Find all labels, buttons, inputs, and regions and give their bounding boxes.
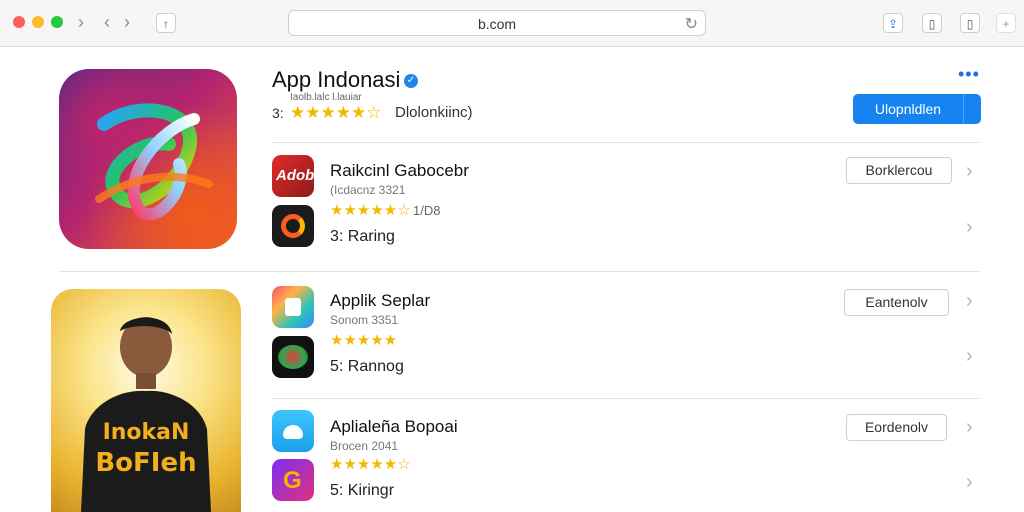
star-rating-icon: ★★★★★ [330, 332, 398, 349]
cloud-app-icon[interactable] [272, 410, 314, 452]
google-app-icon[interactable]: G [272, 459, 314, 501]
svg-text:BoFIeh: BoFIeh [95, 448, 196, 478]
featured-app-icon[interactable] [59, 69, 237, 249]
ranking-text: Dlolonkiinc) [395, 104, 473, 121]
star-rating-icon: ★★★★★☆ [330, 202, 411, 219]
rating-text: 5: Kiringr [330, 482, 395, 499]
new-tab-icon[interactable]: + [996, 13, 1016, 33]
star-rating-icon: ★★★★★☆ [290, 103, 382, 122]
reader-icon[interactable]: ▯ [960, 13, 980, 33]
chevron-right-icon[interactable]: › [966, 216, 973, 239]
button-split [963, 94, 964, 124]
chevron-right-icon[interactable]: › [966, 416, 973, 439]
app-name[interactable]: Raikcinl Gabocebr [330, 161, 469, 181]
download-button[interactable]: Ulopnldlen [853, 94, 981, 124]
app-title: App Indonasi [272, 67, 401, 92]
rating-text: 5: Rannog [330, 358, 404, 375]
back-button[interactable]: ‹ [104, 13, 110, 31]
browser-toolbar: › ‹ › ↑ b.com ↻ ⇪ ▯ ▯ + [0, 0, 1024, 47]
sidebar-toggle-icon[interactable]: › [78, 13, 84, 31]
chevron-right-icon[interactable]: › [966, 345, 973, 368]
chevron-right-icon[interactable]: › [966, 290, 973, 313]
adobe-app-icon[interactable]: Adob [272, 155, 314, 197]
rating-value: 3: [272, 105, 284, 121]
svg-text:InokaN: InokaN [103, 420, 190, 445]
address-bar[interactable]: b.com ↻ [288, 10, 706, 36]
get-button[interactable]: Eantenolv [844, 289, 949, 316]
rating-text: 3: Raring [330, 228, 395, 245]
close-window-button[interactable] [13, 16, 25, 28]
download-button-label: Ulopnldlen [874, 101, 942, 117]
colorful-app-icon[interactable] [272, 286, 314, 328]
divider [272, 142, 980, 143]
person-illustration-icon: InokaN BoFIeh [81, 317, 211, 512]
star-rating-icon: ★★★★★☆ [330, 456, 411, 473]
minimize-window-button[interactable] [32, 16, 44, 28]
bookmark-icon[interactable]: ▯ [922, 13, 942, 33]
chevron-right-icon[interactable]: › [966, 471, 973, 494]
zoom-window-button[interactable] [51, 16, 63, 28]
green-app-icon[interactable] [272, 336, 314, 378]
forward-button[interactable]: › [124, 13, 130, 31]
divider [59, 271, 980, 272]
app-meta: Sonom 3351 [330, 313, 399, 327]
url-text: b.com [477, 16, 517, 32]
chevron-right-icon[interactable]: › [966, 160, 973, 183]
review-count: 1/D8 [413, 203, 441, 218]
app-meta: Brocen 2041 [330, 439, 399, 453]
reload-icon[interactable]: ↻ [685, 14, 698, 34]
get-button[interactable]: Eordenolv [846, 414, 947, 441]
divider [272, 398, 980, 399]
share-button-icon[interactable]: ⇪ [883, 13, 903, 33]
app-subtitle: Iaolb.lalc l.lauiar [290, 92, 362, 103]
share-icon[interactable]: ↑ [156, 13, 176, 33]
app-name[interactable]: Applik Seplar [330, 291, 430, 311]
verified-badge-icon: ✓ [404, 74, 418, 88]
more-options-icon[interactable]: ••• [958, 64, 980, 85]
get-button[interactable]: Borklercou [846, 157, 952, 184]
app-name[interactable]: Aplialeña Bopoai [330, 417, 458, 437]
abstract-logo-icon [95, 103, 213, 221]
promo-image[interactable]: InokaN BoFIeh [51, 289, 241, 512]
app-meta: (Icdacnz 3321 [330, 183, 406, 197]
opera-app-icon[interactable] [272, 205, 314, 247]
